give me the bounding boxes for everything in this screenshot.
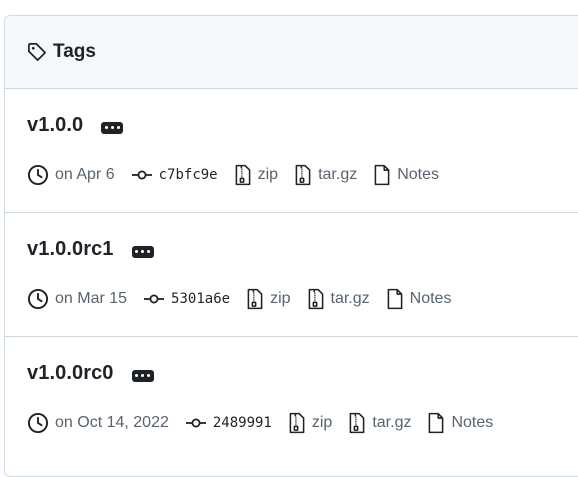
file-zip-icon xyxy=(307,288,325,310)
git-commit-icon xyxy=(131,167,153,183)
notes-link[interactable]: Notes xyxy=(373,164,439,186)
notes-label: Notes xyxy=(397,166,440,183)
clock-icon xyxy=(27,412,49,434)
zip-download-link[interactable]: zip xyxy=(288,412,332,434)
tags-title: Tags xyxy=(53,41,96,62)
clock-icon xyxy=(27,164,49,186)
date-text: on Mar 15 xyxy=(55,290,128,307)
targz-download-link[interactable]: tar.gz xyxy=(294,164,357,186)
commit-link[interactable]: 5301a6e xyxy=(143,291,230,307)
tag-row: v1.0.0rc1 on Mar 15 5301a6e zip tar.gz N… xyxy=(5,213,578,337)
tag-date: on Oct 14, 2022 xyxy=(27,412,169,434)
tag-name-link[interactable]: v1.0.0rc0 xyxy=(27,362,114,385)
tag-row: v1.0.0rc0 on Oct 14, 2022 2489991 zip ta… xyxy=(5,337,578,461)
zip-label: zip xyxy=(270,290,291,307)
tag-date: on Mar 15 xyxy=(27,288,127,310)
file-zip-icon xyxy=(294,164,312,186)
commit-sha: 5301a6e xyxy=(171,291,231,307)
notes-label: Notes xyxy=(451,414,494,431)
git-commit-icon xyxy=(185,415,207,431)
targz-download-link[interactable]: tar.gz xyxy=(307,288,370,310)
tag-name-link[interactable]: v1.0.0 xyxy=(27,114,83,137)
file-zip-icon xyxy=(234,164,252,186)
targz-label: tar.gz xyxy=(318,166,358,183)
file-icon xyxy=(427,412,445,434)
zip-download-link[interactable]: zip xyxy=(246,288,291,310)
file-zip-icon xyxy=(246,288,264,310)
git-commit-icon xyxy=(143,291,165,307)
tags-panel: Tags v1.0.0 on Apr 6 c7bfc9e zip tar.gz … xyxy=(4,15,578,477)
commit-link[interactable]: 2489991 xyxy=(185,415,272,431)
notes-link[interactable]: Notes xyxy=(386,288,452,310)
kebab-horizontal-icon[interactable] xyxy=(131,369,154,382)
file-zip-icon xyxy=(348,412,366,434)
commit-link[interactable]: c7bfc9e xyxy=(131,167,218,183)
commit-sha: c7bfc9e xyxy=(158,167,218,183)
zip-download-link[interactable]: zip xyxy=(234,164,278,186)
clock-icon xyxy=(27,288,49,310)
commit-sha: 2489991 xyxy=(212,415,272,431)
tags-header: Tags xyxy=(5,16,578,89)
notes-link[interactable]: Notes xyxy=(427,412,493,434)
targz-label: tar.gz xyxy=(330,290,370,307)
kebab-horizontal-icon[interactable] xyxy=(101,121,124,134)
file-icon xyxy=(373,164,391,186)
kebab-horizontal-icon[interactable] xyxy=(131,245,154,258)
tag-name-link[interactable]: v1.0.0rc1 xyxy=(27,238,114,261)
file-icon xyxy=(386,288,404,310)
date-text: on Oct 14, 2022 xyxy=(55,414,169,431)
tag-date: on Apr 6 xyxy=(27,164,115,186)
targz-label: tar.gz xyxy=(372,414,412,431)
tag-row: v1.0.0 on Apr 6 c7bfc9e zip tar.gz Notes xyxy=(5,89,578,213)
zip-label: zip xyxy=(311,414,333,431)
date-text: on Apr 6 xyxy=(55,166,115,183)
targz-download-link[interactable]: tar.gz xyxy=(348,412,411,434)
file-zip-icon xyxy=(288,412,306,434)
tag-icon xyxy=(27,42,47,62)
notes-label: Notes xyxy=(409,290,452,307)
zip-label: zip xyxy=(257,166,279,183)
